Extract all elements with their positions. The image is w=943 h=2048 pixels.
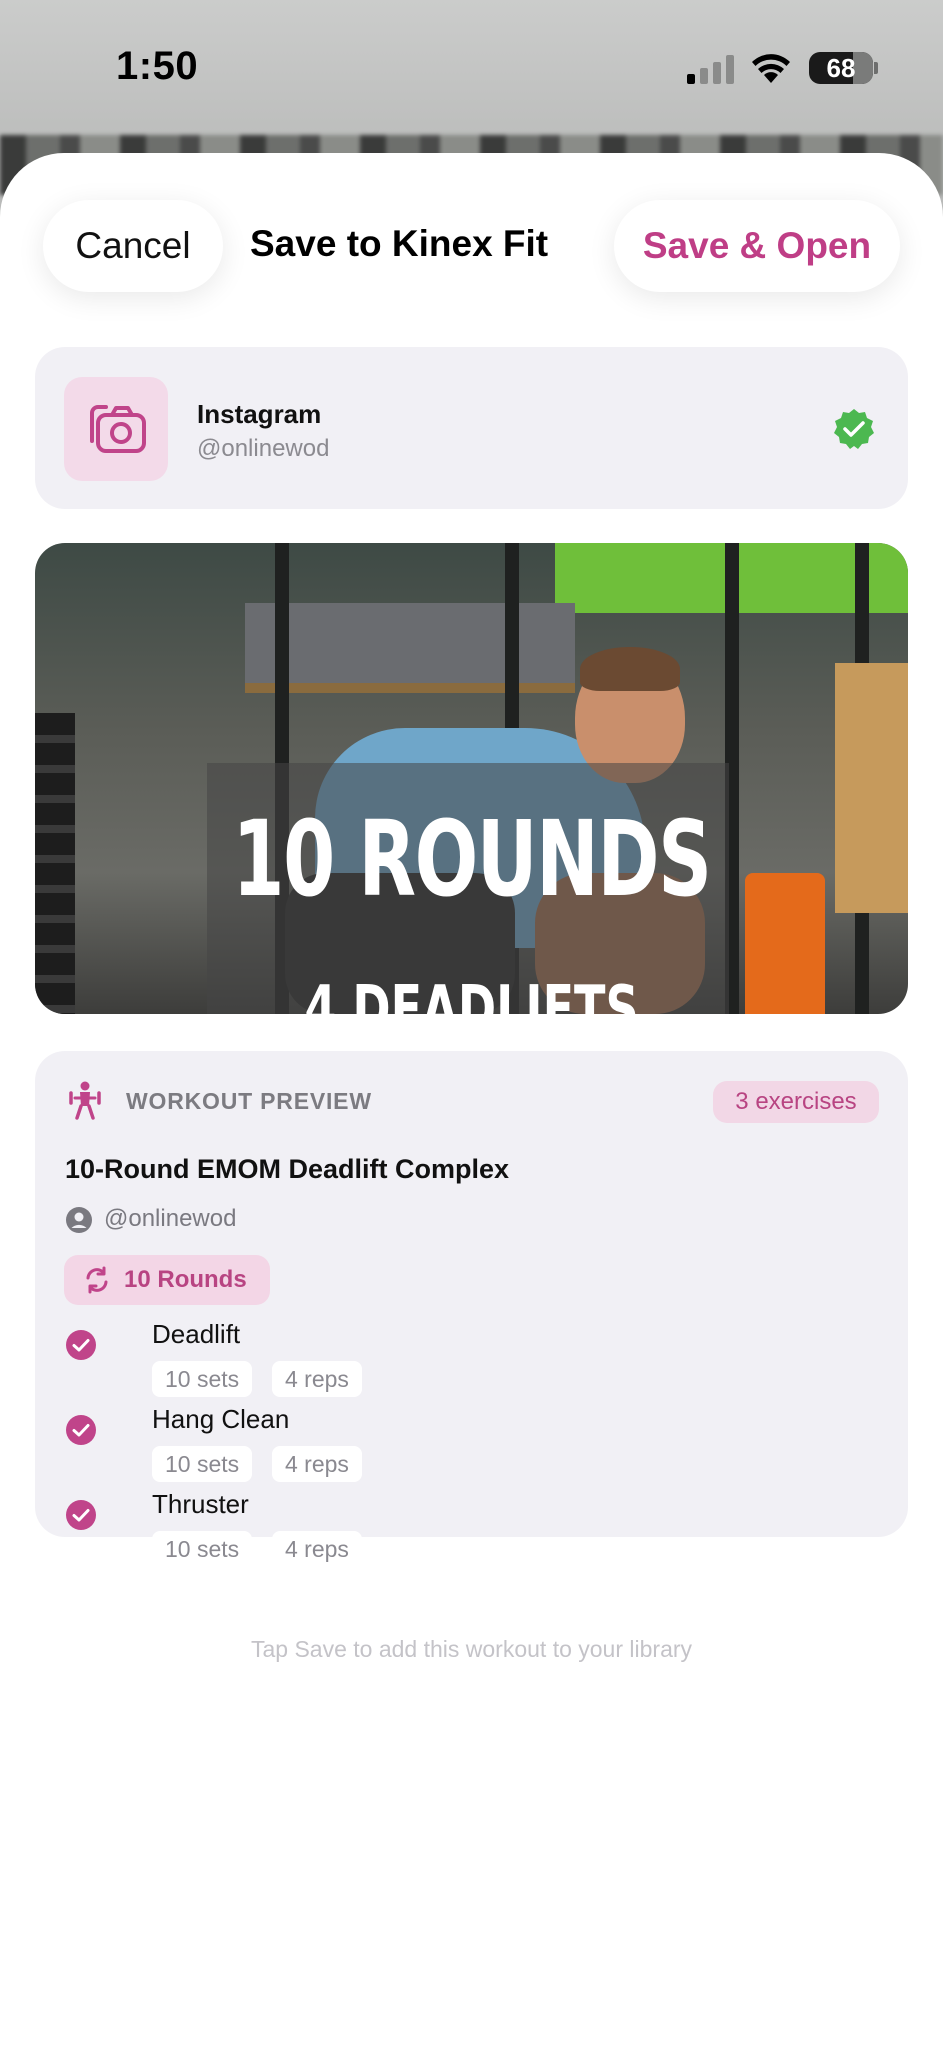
exercise-sets: 10 sets (152, 1446, 253, 1482)
thumbnail-subtitle: 4 DEADLIFTS (304, 973, 639, 1014)
exercise-count-badge: 3 exercises (713, 1081, 879, 1123)
source-card: Instagram @onlinewod (35, 347, 908, 509)
footer-hint: Tap Save to add this workout to your lib… (250, 1636, 693, 1662)
workout-title: 10-Round EMOM Deadlift Complex (65, 1154, 510, 1184)
check-circle-icon (66, 1330, 96, 1360)
rounds-label: 10 Rounds (124, 1266, 247, 1293)
source-name: Instagram (197, 399, 322, 429)
save-and-open-button[interactable]: Save & Open (614, 200, 900, 292)
exercise-sets: 10 sets (152, 1531, 253, 1567)
camera-icon (90, 405, 146, 453)
video-thumbnail[interactable]: 10 ROUNDS 4 DEADLIFTS (35, 543, 908, 1014)
exercise-item: Thruster 10 sets 4 reps (65, 1487, 825, 1567)
thumb-weights (35, 713, 75, 1014)
status-time: 1:50 (116, 44, 199, 88)
rounds-pill: 10 Rounds (64, 1255, 270, 1305)
thumb-person (580, 647, 680, 691)
exercise-sets: 10 sets (152, 1361, 253, 1397)
exercise-item: Deadlift 10 sets 4 reps (65, 1317, 825, 1397)
exercise-item: Hang Clean 10 sets 4 reps (65, 1402, 825, 1482)
verified-badge-icon (834, 409, 874, 449)
battery-tip (874, 62, 878, 74)
exercise-reps: 4 reps (272, 1446, 362, 1482)
cancel-button[interactable]: Cancel (43, 200, 223, 292)
status-bar: 1:50 68 (0, 0, 943, 135)
save-sheet: Cancel Save to Kinex Fit Save & Open Ins… (0, 153, 943, 2048)
thumb-boxes (835, 663, 908, 913)
person-circle-icon (66, 1207, 92, 1233)
battery-percent: 68 (826, 52, 856, 83)
source-icon-box (64, 377, 168, 481)
thumb-shelf (245, 603, 575, 693)
workout-preview-card: WORKOUT PREVIEW 3 exercises 10-Round EMO… (35, 1051, 908, 1567)
weightlifter-icon (69, 1081, 101, 1120)
exercise-name: Thruster (152, 1489, 249, 1519)
workout-preview-label: WORKOUT PREVIEW (126, 1088, 372, 1114)
source-handle: @onlinewod (197, 435, 330, 462)
sheet-title: Save to Kinex Fit (250, 223, 549, 264)
repeat-icon (86, 1266, 108, 1294)
exercise-name: Hang Clean (152, 1404, 290, 1434)
exercise-name: Deadlift (152, 1319, 241, 1349)
thumbnail-title: 10 ROUNDS (232, 798, 712, 920)
workout-author: @onlinewod (104, 1205, 237, 1232)
check-circle-icon (66, 1500, 96, 1530)
check-circle-icon (66, 1415, 96, 1445)
wifi-icon (752, 54, 790, 83)
cellular-signal-icon (687, 54, 735, 84)
battery-icon: 68 (809, 52, 873, 84)
exercise-reps: 4 reps (272, 1361, 362, 1397)
exercise-reps: 4 reps (272, 1531, 362, 1567)
